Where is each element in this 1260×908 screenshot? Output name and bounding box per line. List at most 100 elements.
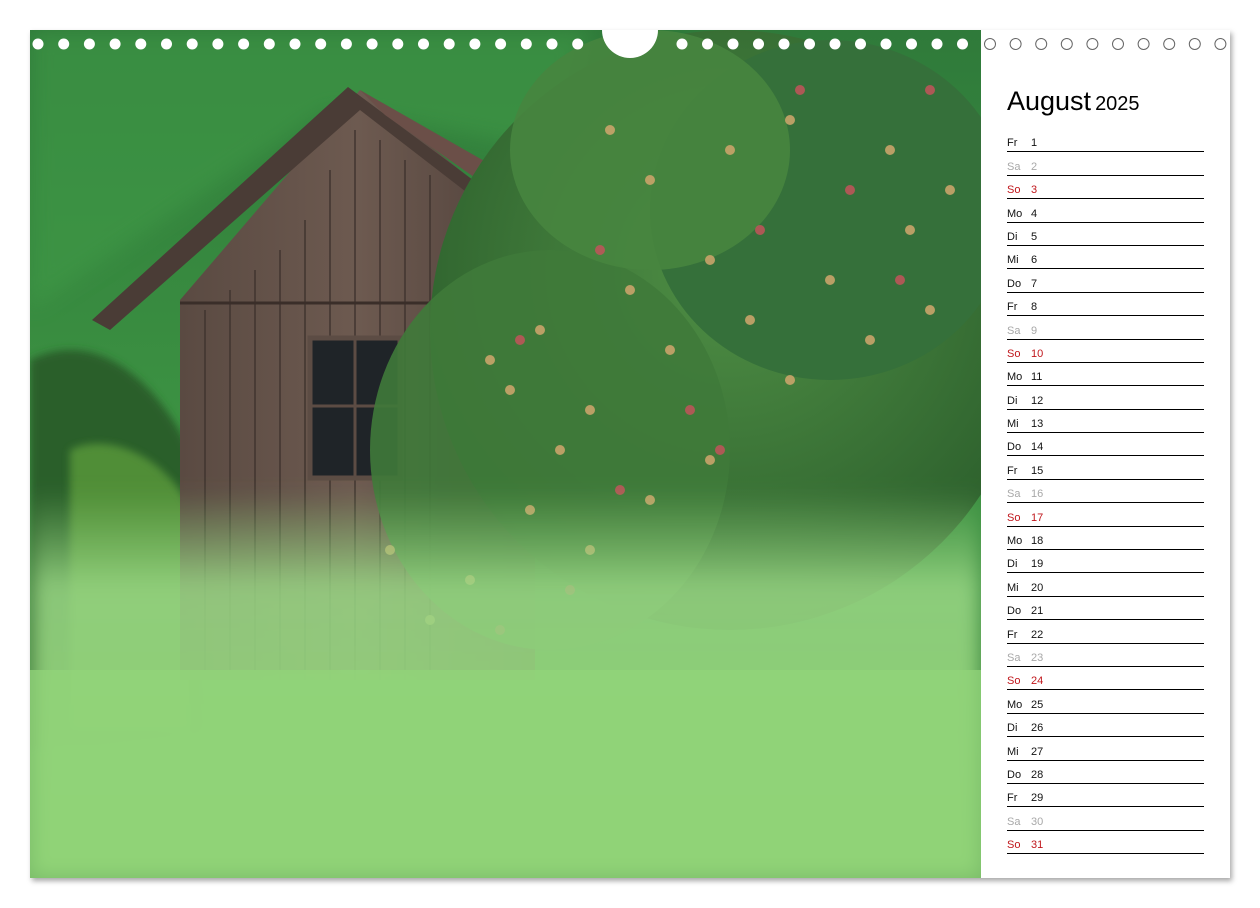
day-number: 4	[1031, 207, 1038, 220]
day-row: Mi 6	[1007, 246, 1204, 270]
day-number: 16	[1031, 488, 1044, 501]
day-number: 25	[1031, 698, 1044, 711]
day-number: 10	[1031, 347, 1044, 360]
day-row: Mi 13	[1007, 410, 1204, 434]
day-row: Di 5	[1007, 223, 1204, 246]
weekday-label: Fr	[1007, 137, 1018, 150]
month-title: August 2025	[1007, 86, 1140, 117]
day-number: 15	[1031, 464, 1044, 477]
day-row: Di 26	[1007, 714, 1204, 738]
day-row: Fr 15	[1007, 456, 1204, 480]
day-number: 8	[1031, 301, 1038, 314]
day-number: 26	[1031, 722, 1044, 735]
weekday-label: Mi	[1007, 254, 1019, 267]
weekday-label: Sa	[1007, 815, 1021, 828]
day-row: Do 21	[1007, 597, 1204, 621]
weekday-label: Di	[1007, 722, 1018, 735]
day-row: So 17	[1007, 503, 1204, 527]
day-number: 11	[1031, 371, 1043, 384]
weekday-label: Mo	[1007, 207, 1023, 220]
day-number: 27	[1031, 745, 1044, 758]
wooden-shed-and-apple-tree-photo	[30, 30, 981, 878]
weekday-label: Fr	[1007, 628, 1018, 641]
weekday-label: Sa	[1007, 651, 1021, 664]
day-row: So 3	[1007, 176, 1204, 200]
day-row: Mo 18	[1007, 527, 1204, 551]
day-number: 14	[1031, 441, 1044, 454]
weekday-label: Mo	[1007, 371, 1023, 384]
day-number: 31	[1031, 839, 1044, 852]
day-number: 13	[1031, 418, 1044, 431]
day-row: Fr 29	[1007, 784, 1204, 808]
day-row: Fr 8	[1007, 293, 1204, 317]
day-number: 5	[1031, 230, 1038, 243]
day-number: 19	[1031, 558, 1044, 571]
weekday-label: So	[1007, 675, 1021, 688]
day-row: Sa 23	[1007, 644, 1204, 667]
day-row: Mo 11	[1007, 363, 1204, 387]
day-number: 23	[1031, 651, 1044, 664]
weekday-label: So	[1007, 347, 1021, 360]
weekday-label: Do	[1007, 768, 1022, 781]
weekday-label: Mi	[1007, 581, 1019, 594]
weekday-label: Mo	[1007, 698, 1023, 711]
day-row: Mo 4	[1007, 199, 1204, 223]
day-list: Fr 1 Sa 2 So 3 Mo 4 Di 5 Mi 6 Do 7 Fr 8 Sa 9 So 10 Mo 11 Di 12 M…	[1007, 129, 1204, 855]
day-number: 20	[1031, 581, 1044, 594]
day-row: Mi 27	[1007, 737, 1204, 761]
weekday-label: Do	[1007, 605, 1022, 618]
month-name: August	[1007, 86, 1092, 116]
day-number: 18	[1031, 535, 1044, 548]
day-row: Di 12	[1007, 386, 1204, 410]
day-row: Fr 22	[1007, 620, 1204, 644]
day-number: 22	[1031, 628, 1044, 641]
day-number: 28	[1031, 768, 1044, 781]
day-number: 7	[1031, 277, 1038, 290]
weekday-label: Fr	[1007, 301, 1018, 314]
day-row: Sa 2	[1007, 152, 1204, 176]
day-number: 6	[1031, 254, 1038, 267]
weekday-label: So	[1007, 184, 1021, 197]
day-number: 2	[1031, 160, 1038, 173]
weekday-label: So	[1007, 511, 1021, 524]
weekday-label: Sa	[1007, 488, 1021, 501]
weekday-label: Fr	[1007, 792, 1018, 805]
weekday-label: Fr	[1007, 464, 1018, 477]
weekday-label: Mi	[1007, 418, 1019, 431]
day-number: 30	[1031, 815, 1044, 828]
day-row: Di 19	[1007, 550, 1204, 574]
day-number: 24	[1031, 675, 1044, 688]
day-row: So 24	[1007, 667, 1204, 691]
day-number: 12	[1031, 394, 1044, 407]
weekday-label: Do	[1007, 441, 1022, 454]
weekday-label: Di	[1007, 230, 1018, 243]
day-row: Do 28	[1007, 761, 1204, 784]
weekday-label: Di	[1007, 558, 1018, 571]
weekday-label: Mi	[1007, 745, 1019, 758]
day-row: Sa 9	[1007, 316, 1204, 340]
day-row: Mo 25	[1007, 690, 1204, 714]
day-number: 21	[1031, 605, 1044, 618]
weekday-label: Mo	[1007, 535, 1023, 548]
day-row: Fr 1	[1007, 129, 1204, 153]
weekday-label: Sa	[1007, 324, 1021, 337]
day-number: 3	[1031, 184, 1038, 197]
weekday-label: Do	[1007, 277, 1022, 290]
day-row: Sa 30	[1007, 807, 1204, 831]
day-row: Do 14	[1007, 433, 1204, 457]
year-label: 2025	[1095, 93, 1140, 115]
day-row: Mi 20	[1007, 573, 1204, 597]
day-row: So 31	[1007, 831, 1204, 855]
calendar-panel: August 2025 Fr 1 Sa 2 So 3 Mo 4 Di 5 Mi 6 Do 7 Fr 8 Sa 9 So…	[981, 30, 1230, 878]
day-number: 9	[1031, 324, 1038, 337]
day-row: So 10	[1007, 340, 1204, 363]
day-number: 17	[1031, 511, 1044, 524]
calendar-page: August 2025 Fr 1 Sa 2 So 3 Mo 4 Di 5 Mi 6 Do 7 Fr 8 Sa 9 So…	[30, 30, 1230, 878]
day-row: Do 7	[1007, 269, 1204, 293]
day-row: Sa 16	[1007, 480, 1204, 504]
weekday-label: So	[1007, 839, 1021, 852]
weekday-label: Sa	[1007, 160, 1021, 173]
weekday-label: Di	[1007, 394, 1018, 407]
day-number: 29	[1031, 792, 1044, 805]
day-number: 1	[1031, 137, 1038, 150]
